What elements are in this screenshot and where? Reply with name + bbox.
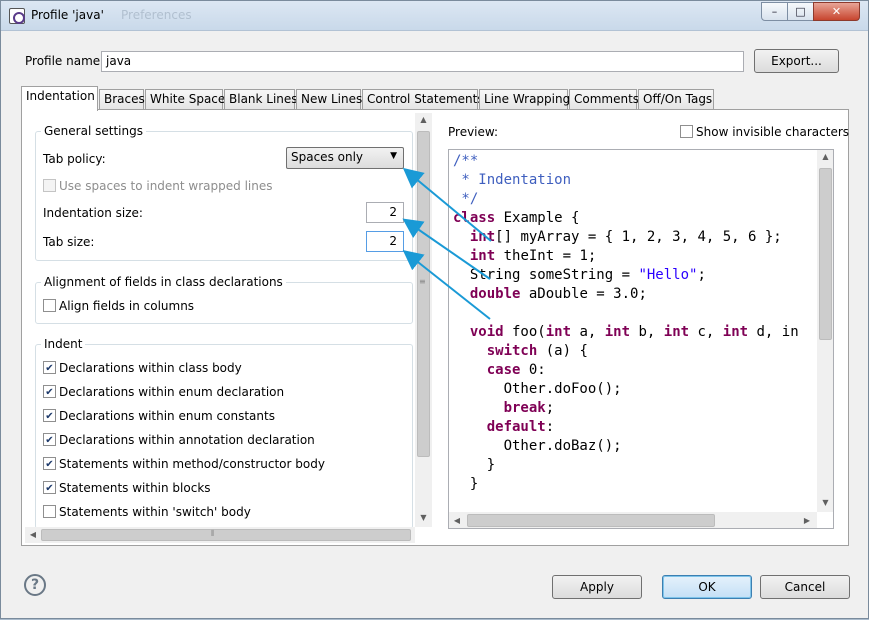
- align-fields-label: Align fields in columns: [59, 299, 195, 313]
- scroll-left-icon[interactable]: ◀: [27, 530, 39, 539]
- indent-enum-constants-checkbox[interactable]: [43, 409, 56, 422]
- tab-white-space[interactable]: White Space: [145, 89, 225, 110]
- indent-blocks-label: Statements within blocks: [59, 481, 211, 495]
- general-settings-title: General settings: [41, 124, 146, 138]
- background-window-title: Preferences: [121, 8, 192, 22]
- use-spaces-label: Use spaces to indent wrapped lines: [59, 179, 273, 193]
- preview-scroll-left-icon[interactable]: ◀: [451, 516, 463, 525]
- indent-blocks-checkbox[interactable]: [43, 481, 56, 494]
- settings-hscroll-thumb[interactable]: [41, 529, 411, 541]
- window-title: Profile 'java': [31, 8, 104, 22]
- profile-dialog: Profile 'java' Preferences – □ ✕ Profile…: [0, 0, 869, 619]
- hscroll-grip-icon: ⦀: [211, 529, 215, 538]
- preview-horizontal-scrollbar[interactable]: ◀ ▶: [449, 512, 817, 528]
- profile-name-label: Profile name:: [25, 54, 105, 68]
- use-spaces-checkbox[interactable]: [43, 179, 56, 192]
- ok-button[interactable]: OK: [662, 575, 752, 599]
- scroll-grip-icon: ≡: [419, 277, 426, 286]
- scroll-up-icon[interactable]: ▲: [415, 115, 432, 124]
- code-preview-text: /** * Indentation */ class Example { int…: [453, 153, 799, 492]
- preview-scroll-thumb[interactable]: [819, 168, 832, 340]
- preview-hscroll-thumb[interactable]: [467, 514, 715, 527]
- tab-size-input[interactable]: 2: [366, 231, 404, 252]
- indent-method-body-checkbox[interactable]: [43, 457, 56, 470]
- tab-new-lines[interactable]: New Lines: [296, 89, 362, 110]
- tab-off-on-tags[interactable]: Off/On Tags: [638, 89, 714, 110]
- title-bar: Profile 'java' Preferences – □ ✕: [1, 1, 868, 31]
- show-invisible-checkbox[interactable]: [680, 125, 693, 138]
- tab-indentation[interactable]: Indentation: [21, 86, 98, 111]
- indent-enum-declaration-label: Declarations within enum declaration: [59, 385, 285, 399]
- preview-vertical-scrollbar[interactable]: ▲ ▼: [817, 150, 833, 512]
- code-preview[interactable]: /** * Indentation */ class Example { int…: [448, 149, 834, 529]
- indent-enum-constants-label: Declarations within enum constants: [59, 409, 275, 423]
- preview-scroll-right-icon[interactable]: ▶: [801, 516, 813, 525]
- close-button[interactable]: ✕: [813, 2, 860, 21]
- indentation-size-input[interactable]: 2: [366, 202, 404, 223]
- show-invisible-label: Show invisible characters: [696, 125, 850, 139]
- preview-scroll-up-icon[interactable]: ▲: [817, 152, 833, 161]
- tab-policy-value: Spaces only: [291, 150, 364, 164]
- tab-braces[interactable]: Braces: [99, 89, 145, 110]
- settings-horizontal-scrollbar[interactable]: ◀ ⦀: [25, 527, 415, 543]
- settings-vertical-scrollbar[interactable]: ▲ ≡ ▼: [415, 113, 432, 527]
- tab-policy-select[interactable]: Spaces only ▼: [286, 147, 404, 169]
- tab-size-label: Tab size:: [43, 235, 95, 249]
- preview-scroll-down-icon[interactable]: ▼: [817, 498, 833, 507]
- tab-blank-lines[interactable]: Blank Lines: [224, 89, 298, 110]
- indent-switch-body-label: Statements within 'switch' body: [59, 505, 251, 519]
- indent-annotation-checkbox[interactable]: [43, 433, 56, 446]
- export-button[interactable]: Export...: [754, 49, 839, 73]
- indent-method-body-label: Statements within method/constructor bod…: [59, 457, 325, 471]
- alignment-title: Alignment of fields in class declaration…: [41, 275, 286, 289]
- chevron-down-icon: ▼: [390, 151, 397, 161]
- indent-enum-declaration-checkbox[interactable]: [43, 385, 56, 398]
- cancel-button[interactable]: Cancel: [760, 575, 850, 599]
- tab-comments[interactable]: Comments: [569, 89, 639, 110]
- eclipse-app-icon: [9, 8, 25, 24]
- maximize-button[interactable]: □: [787, 2, 814, 21]
- indentation-size-label: Indentation size:: [43, 206, 143, 220]
- tab-control-statements[interactable]: Control Statements: [362, 89, 484, 110]
- indent-switch-body-checkbox[interactable]: [43, 505, 56, 518]
- minimize-button[interactable]: –: [761, 2, 788, 21]
- profile-name-input[interactable]: java: [101, 51, 744, 72]
- indent-class-body-label: Declarations within class body: [59, 361, 242, 375]
- tab-line-wrapping[interactable]: Line Wrapping: [479, 89, 570, 110]
- tab-policy-label: Tab policy:: [43, 152, 106, 166]
- help-icon[interactable]: ?: [24, 574, 46, 596]
- scroll-down-icon[interactable]: ▼: [415, 513, 432, 522]
- indent-title: Indent: [41, 337, 86, 351]
- preview-label: Preview:: [448, 125, 499, 139]
- apply-button[interactable]: Apply: [552, 575, 642, 599]
- indent-annotation-label: Declarations within annotation declarati…: [59, 433, 315, 447]
- align-fields-checkbox[interactable]: [43, 299, 56, 312]
- settings-scroll-thumb[interactable]: [417, 131, 430, 457]
- indent-class-body-checkbox[interactable]: [43, 361, 56, 374]
